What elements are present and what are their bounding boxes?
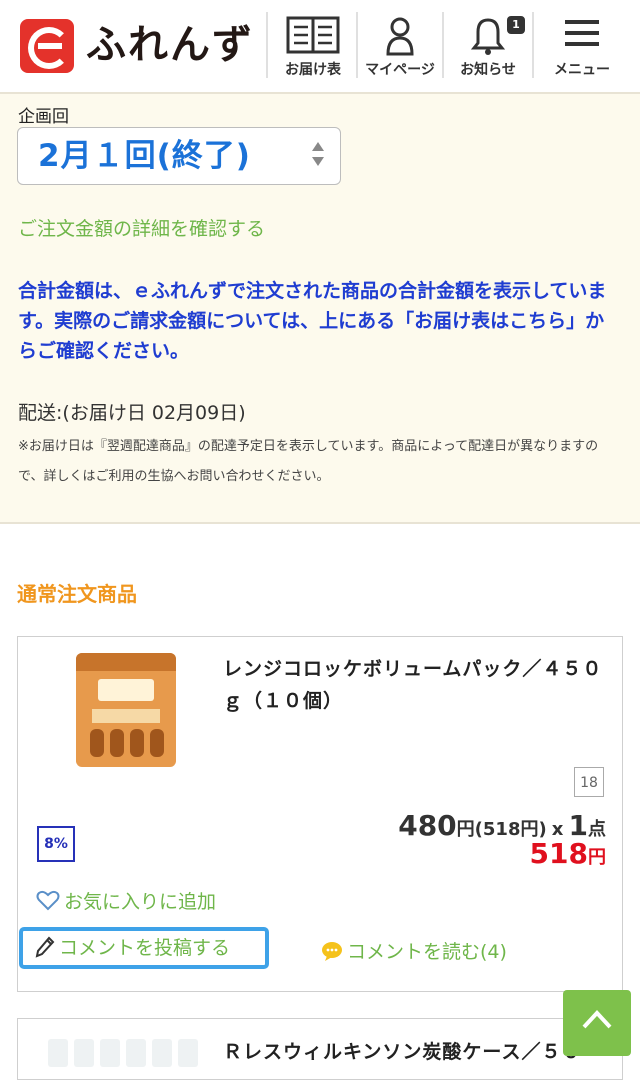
total-price: 518円 [530,837,606,870]
product-name[interactable]: レンジコロッケボリュームパック／４５０ｇ（１０個） [223,653,608,717]
app-header: ふれんず お届け表 マイページ 1 お知らせ メニュー [0,0,640,94]
bell-icon [471,18,505,55]
read-comments-label: コメントを読む(4) [347,941,507,963]
order-info-section: 企画回 2月１回(終了) ご注文金額の詳細を確認する 合計金額は、ｅふれんずで注… [0,94,640,524]
product-card: レンジコロッケボリュームパック／４５０ｇ（１０個） 18 8% 480円(518… [17,636,623,992]
product-image[interactable] [76,653,176,767]
nav-menu[interactable]: メニュー [534,12,630,80]
section-title: 通常注文商品 [17,582,137,606]
notification-badge: 1 [507,16,525,34]
add-favorite-link[interactable]: お気に入りに追加 [36,887,216,914]
total-notice: 合計金額は、ｅふれんずで注文された商品の合計金額を表示しています。実際のご請求金… [18,280,607,362]
nav-notifications-label: お知らせ [460,62,516,78]
brand-name: ふれんず [86,22,254,68]
post-comment-label: コメントを投稿する [59,937,231,959]
product-name[interactable]: Ｒレスウィルキンソン炭酸ケース／５０ [223,1037,581,1064]
scroll-to-top-button[interactable] [563,990,631,1056]
round-label: 企画回 [18,107,69,127]
tax-rate-badge: 8% [37,826,75,862]
product-image[interactable] [48,1039,208,1079]
nav-menu-label: メニュー [554,62,610,78]
total-price-yen: 円 [588,847,606,868]
add-favorite-label: お気に入りに追加 [64,891,217,913]
unit-price-value: 480 [398,809,457,842]
delivery-note: ※お届け日は『翌週配達商品』の配達予定日を表示しています。商品によって配達日が異… [18,439,599,484]
delivery-list-icon [286,16,340,54]
nav-delivery-list[interactable]: お届け表 [270,12,356,80]
round-select[interactable]: 2月１回(終了) [17,127,341,185]
delivery-date: 配送:(お届け日 02月09日) [18,402,246,424]
total-price-value: 518 [529,837,588,870]
hamburger-menu-icon [565,20,599,46]
heart-icon [36,890,60,911]
product-number-box: 18 [574,767,604,797]
nav-mypage-label: マイページ [365,62,435,78]
product-card: Ｒレスウィルキンソン炭酸ケース／５０ [17,1018,623,1080]
post-comment-button[interactable]: コメントを投稿する [19,927,269,969]
select-arrows-icon [312,142,326,166]
nav-delivery-list-label: お届け表 [285,62,341,78]
round-select-value: 2月１回(終了) [38,138,251,174]
unit-price-yen: 円 [456,819,475,840]
nav-notifications[interactable]: 1 お知らせ [444,12,532,80]
read-comments-link[interactable]: コメントを読む(4) [321,937,507,964]
speech-bubble-icon [322,942,342,961]
user-icon [386,17,414,56]
pencil-icon [35,936,55,958]
efriends-logo[interactable] [20,19,74,73]
order-detail-link[interactable]: ご注文金額の詳細を確認する [18,214,265,241]
chevron-up-icon [582,1010,612,1029]
nav-mypage[interactable]: マイページ [358,12,442,80]
